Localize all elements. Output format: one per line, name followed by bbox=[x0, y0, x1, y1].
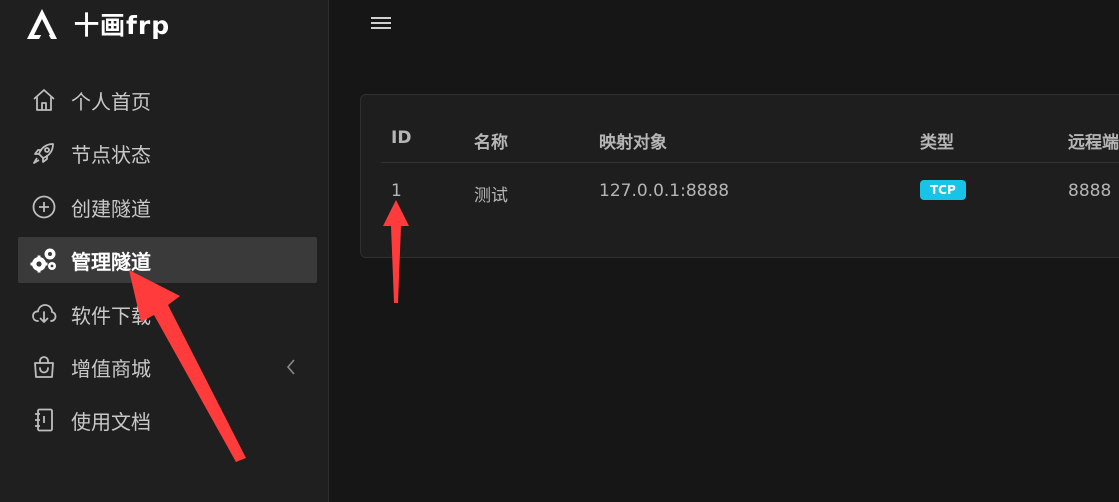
header-divider bbox=[381, 162, 1119, 163]
sidebar-item-manage-tunnel[interactable]: 管理隧道 bbox=[18, 237, 317, 283]
shopping-bag-icon bbox=[30, 353, 58, 381]
brand[interactable]: 十画frp bbox=[24, 4, 170, 44]
sidebar-item-docs[interactable]: 使用文档 bbox=[18, 397, 317, 443]
cell-name: 测试 bbox=[474, 186, 508, 206]
hamburger-icon bbox=[371, 17, 391, 29]
notebook-icon bbox=[30, 406, 58, 434]
sidebar-item-label: 创建隧道 bbox=[71, 196, 151, 221]
sidebar-item-label: 增值商城 bbox=[71, 356, 151, 381]
type-badge: TCP bbox=[920, 180, 966, 200]
sidebar-item-software-download[interactable]: 软件下载 bbox=[18, 291, 317, 337]
gears-icon bbox=[30, 246, 58, 274]
sidebar-item-label: 个人首页 bbox=[71, 89, 151, 114]
sidebar-item-label: 管理隧道 bbox=[71, 249, 151, 274]
menu-toggle-button[interactable] bbox=[368, 11, 394, 35]
sidebar-item-home[interactable]: 个人首页 bbox=[18, 77, 317, 123]
column-header-type[interactable]: 类型 bbox=[920, 128, 954, 153]
cell-remote-port: 8888 bbox=[1068, 181, 1112, 201]
column-header-name[interactable]: 名称 bbox=[474, 128, 508, 153]
home-icon bbox=[30, 86, 58, 114]
cell-id: 1 bbox=[391, 181, 402, 201]
sidebar-item-node-status[interactable]: 节点状态 bbox=[18, 130, 317, 176]
column-header-target[interactable]: 映射对象 bbox=[599, 128, 667, 153]
column-header-remote-port[interactable]: 远程端 bbox=[1068, 128, 1119, 153]
sidebar: 十画frp 个人首页 节点状态 创建隧道 管理隧道 软件下载 增值商城 使用文档 bbox=[0, 0, 329, 502]
sidebar-item-label: 节点状态 bbox=[71, 142, 151, 167]
rocket-icon bbox=[30, 139, 58, 167]
cell-target: 127.0.0.1:8888 bbox=[599, 181, 730, 201]
sidebar-item-label: 使用文档 bbox=[71, 409, 151, 434]
plus-circle-icon bbox=[30, 193, 58, 221]
column-header-id[interactable]: ID bbox=[391, 128, 411, 148]
chevron-left-icon[interactable] bbox=[285, 357, 297, 381]
sidebar-item-value-mall[interactable]: 增值商城 bbox=[18, 344, 317, 390]
sidebar-item-label: 软件下载 bbox=[71, 303, 151, 328]
brand-name: 十画frp bbox=[74, 11, 171, 40]
tunnel-table-card: ID 名称 映射对象 类型 远程端 1 测试 127.0.0.1:8888 TC… bbox=[360, 94, 1119, 258]
cloud-download-icon bbox=[30, 300, 58, 328]
sidebar-item-create-tunnel[interactable]: 创建隧道 bbox=[18, 184, 317, 230]
triangle-logo-icon bbox=[24, 6, 60, 42]
